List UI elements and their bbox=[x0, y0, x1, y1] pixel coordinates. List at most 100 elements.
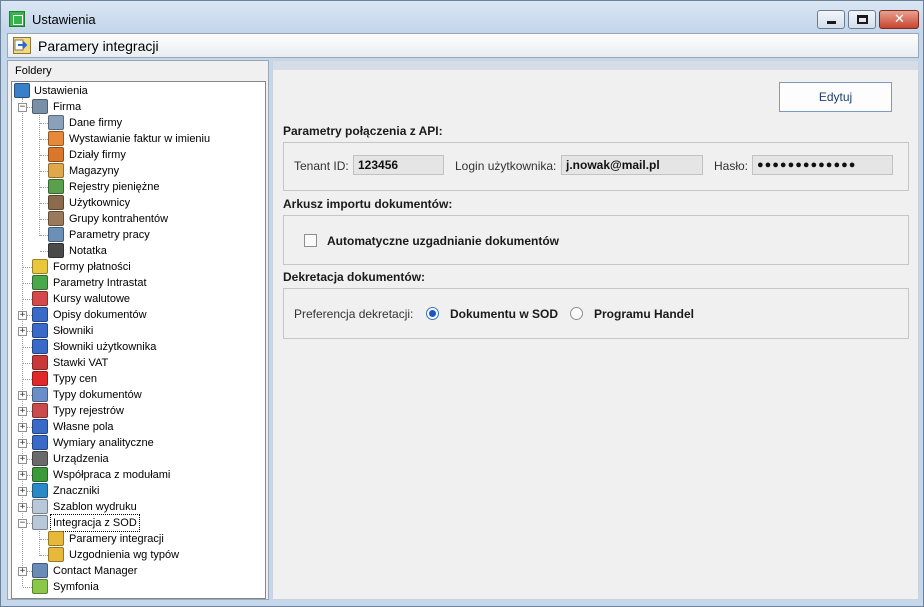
building-icon bbox=[32, 99, 48, 114]
collapse-icon[interactable]: − bbox=[18, 519, 27, 528]
expand-icon[interactable]: + bbox=[18, 439, 27, 448]
expand-icon[interactable]: + bbox=[18, 487, 27, 496]
page-header: Paramery integracji bbox=[7, 33, 919, 58]
tenant-id-field[interactable]: 123456 bbox=[353, 155, 444, 175]
close-button[interactable]: ✕ bbox=[879, 10, 919, 29]
tree-item-label: Słowniki użytkownika bbox=[53, 341, 157, 353]
expand-icon[interactable]: + bbox=[18, 471, 27, 480]
tree-item-label: Firma bbox=[53, 101, 82, 113]
tree-item-label: Wystawianie faktur w imieniu bbox=[69, 133, 211, 145]
tree-item[interactable]: + Contact Manager bbox=[12, 563, 264, 579]
folder-tree[interactable]: Ustawienia − Firma Dane firmy Wystawianie fa… bbox=[11, 81, 266, 599]
tree-item[interactable]: Typy cen bbox=[12, 371, 264, 387]
tree-item[interactable]: Formy płatności bbox=[12, 259, 264, 275]
expand-icon[interactable]: + bbox=[18, 423, 27, 432]
auto-match-label[interactable]: Automatyczne uzgadnianie dokumentów bbox=[327, 234, 559, 248]
login-label: Login użytkownika: bbox=[455, 159, 557, 173]
tree-item[interactable]: Wystawianie faktur w imieniu bbox=[12, 131, 264, 147]
tenant-id-label: Tenant ID: bbox=[294, 159, 349, 173]
vat-icon bbox=[32, 355, 48, 370]
warehouse-icon bbox=[48, 163, 64, 178]
note-icon bbox=[48, 243, 64, 258]
tree-item[interactable]: − Firma bbox=[12, 99, 264, 115]
expand-icon[interactable]: + bbox=[18, 327, 27, 336]
maximize-button[interactable] bbox=[848, 10, 876, 29]
import-section-title: Arkusz importu dokumentów: bbox=[283, 197, 453, 211]
payment-icon bbox=[32, 259, 48, 274]
folders-label: Foldery bbox=[15, 65, 52, 77]
import-group: Automatyczne uzgadnianie dokumentów bbox=[283, 215, 909, 265]
group-icon bbox=[48, 211, 64, 226]
symfonia-icon bbox=[32, 579, 48, 594]
parameters-icon bbox=[48, 227, 64, 242]
expand-icon[interactable]: + bbox=[18, 455, 27, 464]
decree-preference-label: Preferencja dekretacji: bbox=[294, 307, 414, 321]
password-field[interactable]: ●●●●●●●●●●●●● bbox=[752, 155, 893, 175]
tree-item[interactable]: Działy firmy bbox=[12, 147, 264, 163]
expand-icon[interactable]: + bbox=[18, 567, 27, 576]
application-window: Ustawienia ✕ Paramery integracji Foldery… bbox=[0, 0, 924, 607]
tree-item[interactable]: Uzgodnienia wg typów bbox=[12, 547, 264, 563]
tree-item-label: Contact Manager bbox=[53, 565, 138, 577]
currency-chart-icon bbox=[32, 291, 48, 306]
tree-item[interactable]: + Znaczniki bbox=[12, 483, 264, 499]
maximize-icon bbox=[857, 15, 868, 24]
tree-item[interactable]: Parametry Intrastat bbox=[12, 275, 264, 291]
tree-item[interactable]: + Słowniki bbox=[12, 323, 264, 339]
tree-item-label: Ustawienia bbox=[34, 85, 88, 97]
radio-handel-program-label[interactable]: Programu Handel bbox=[594, 307, 694, 321]
tree-item[interactable]: − Integracja z SOD bbox=[12, 514, 264, 532]
window-title: Ustawienia bbox=[32, 12, 96, 27]
tree-item[interactable]: Paramery integracji bbox=[12, 531, 264, 547]
title-bar[interactable]: Ustawienia ✕ bbox=[1, 1, 923, 33]
tree-item[interactable]: + Opisy dokumentów bbox=[12, 307, 264, 323]
tree-item[interactable]: Symfonia bbox=[12, 579, 264, 595]
tree-item[interactable]: + Urządzenia bbox=[12, 451, 264, 467]
tree-item[interactable]: Stawki VAT bbox=[12, 355, 264, 371]
tree-item-label: Parametry pracy bbox=[69, 229, 150, 241]
tree-item[interactable]: Parametry pracy bbox=[12, 227, 264, 243]
tree-item[interactable]: Dane firmy bbox=[12, 115, 264, 131]
house-icon bbox=[48, 147, 64, 162]
integration-arrow-icon bbox=[48, 547, 64, 562]
edit-button[interactable]: Edytuj bbox=[779, 82, 892, 112]
expand-icon[interactable]: + bbox=[18, 407, 27, 416]
radio-sod-document-label[interactable]: Dokumentu w SOD bbox=[450, 307, 558, 321]
tree-item-label: Urządzenia bbox=[53, 453, 109, 465]
tree-item-label: Własne pola bbox=[53, 421, 114, 433]
expand-icon[interactable]: + bbox=[18, 503, 27, 512]
radio-sod-document[interactable] bbox=[426, 307, 439, 320]
tree-item[interactable]: Notatka bbox=[12, 243, 264, 259]
tree-item[interactable]: + Szablon wydruku bbox=[12, 499, 264, 515]
tools-icon bbox=[14, 83, 30, 98]
tree-item[interactable]: + Współpraca z modułami bbox=[12, 467, 264, 483]
tree-item-label: Typy rejestrów bbox=[53, 405, 124, 417]
tree-item-label: Typy cen bbox=[53, 373, 98, 385]
folders-panel: Foldery Ustawienia − Firma Dane firmy Wystaw… bbox=[7, 60, 269, 600]
tree-item[interactable]: + Typy dokumentów bbox=[12, 387, 264, 403]
collapse-icon[interactable]: − bbox=[18, 103, 27, 112]
tree-item[interactable]: Magazyny bbox=[12, 163, 264, 179]
person-icon bbox=[48, 131, 64, 146]
tree-item-label: Rejestry pieniężne bbox=[69, 181, 160, 193]
settings-panel: Edytuj Parametry połączenia z API: Tenan… bbox=[272, 60, 919, 600]
tree-item[interactable]: + Typy rejestrów bbox=[12, 403, 264, 419]
tree-item[interactable]: Użytkownicy bbox=[12, 195, 264, 211]
tree-item[interactable]: Kursy walutowe bbox=[12, 291, 264, 307]
tree-item[interactable]: Rejestry pieniężne bbox=[12, 179, 264, 195]
tree-item[interactable]: + Wymiary analityczne bbox=[12, 435, 264, 451]
expand-icon[interactable]: + bbox=[18, 391, 27, 400]
tree-item[interactable]: Słowniki użytkownika bbox=[12, 339, 264, 355]
radio-handel-program[interactable] bbox=[570, 307, 583, 320]
auto-match-checkbox[interactable] bbox=[304, 234, 317, 247]
tree-item-label: Notatka bbox=[69, 245, 107, 257]
expand-icon[interactable]: + bbox=[18, 311, 27, 320]
tree-item[interactable]: + Własne pola bbox=[12, 419, 264, 435]
tree-item-label: Znaczniki bbox=[53, 485, 100, 497]
tree-item[interactable]: Ustawienia bbox=[12, 83, 264, 99]
tree-item[interactable]: Grupy kontrahentów bbox=[12, 211, 264, 227]
price-type-icon bbox=[32, 371, 48, 386]
minimize-button[interactable] bbox=[817, 10, 845, 29]
tree-item-label: Formy płatności bbox=[53, 261, 131, 273]
login-field[interactable]: j.nowak@mail.pl bbox=[561, 155, 703, 175]
